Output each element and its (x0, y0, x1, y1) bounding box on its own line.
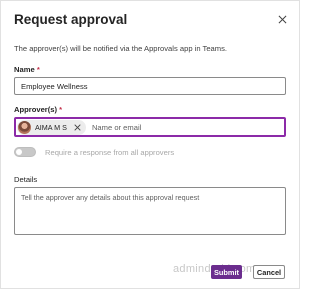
name-required-mark: * (36, 65, 40, 74)
toggle-knob (16, 149, 22, 155)
details-textarea[interactable] (14, 187, 286, 235)
dialog-description: The approver(s) will be notified via the… (14, 44, 228, 53)
name-input[interactable] (14, 77, 286, 95)
approver-chip-name: AIMA M S (35, 122, 67, 132)
request-approval-dialog: Request approval The approver(s) will be… (0, 0, 300, 289)
remove-approver-button[interactable] (74, 123, 82, 131)
approvers-label-text: Approver(s) (14, 105, 58, 114)
name-label-text: Name (14, 65, 35, 74)
close-button[interactable] (274, 11, 290, 27)
cancel-button[interactable]: Cancel (253, 265, 285, 279)
submit-button[interactable]: Submit (211, 265, 242, 279)
approver-chip: AIMA M S (17, 119, 86, 135)
details-label: Details (14, 175, 38, 184)
approvers-required-mark: * (59, 105, 63, 114)
approvers-picker[interactable]: AIMA M S (14, 117, 286, 137)
approvers-label: Approver(s) * (14, 105, 62, 114)
require-all-row: Require a response from all approvers (14, 146, 174, 158)
require-all-toggle[interactable] (14, 147, 36, 157)
avatar (18, 120, 31, 134)
dialog-title: Request approval (14, 12, 128, 27)
close-icon (278, 15, 286, 23)
approver-search-input[interactable] (91, 122, 284, 132)
close-icon (74, 123, 82, 131)
require-all-label: Require a response from all approvers (45, 147, 175, 157)
name-label: Name * (14, 65, 40, 74)
